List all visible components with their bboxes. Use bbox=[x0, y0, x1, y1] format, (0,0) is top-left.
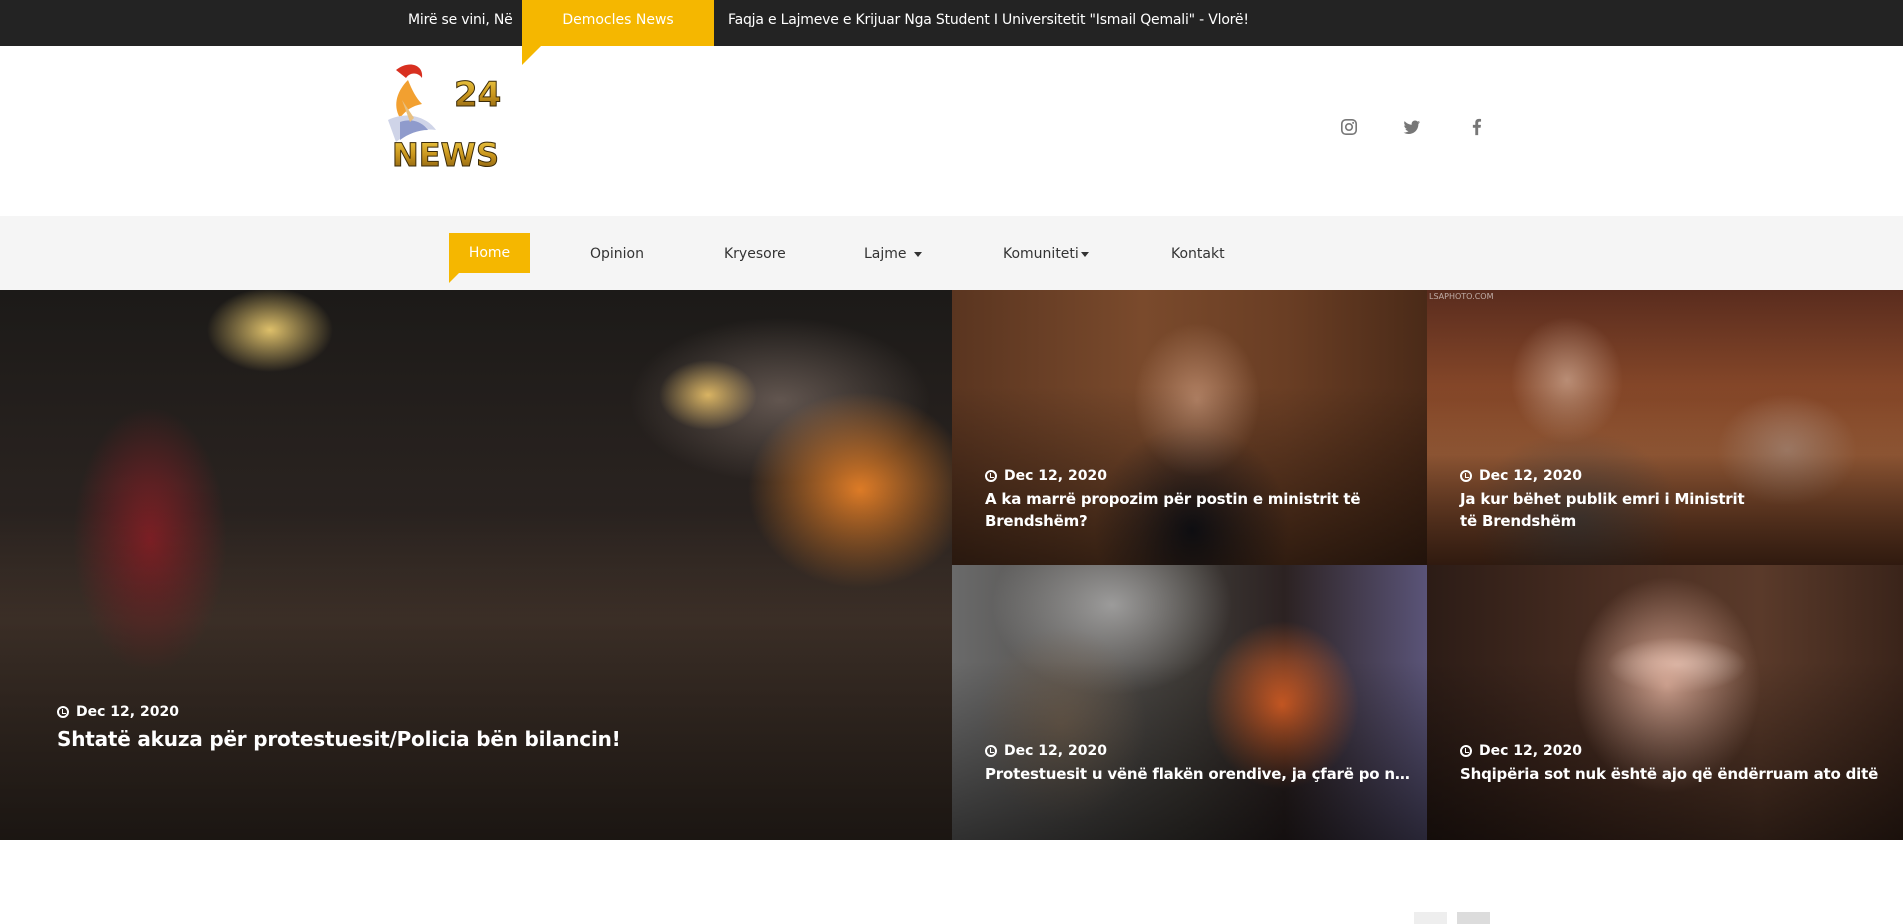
carousel-prev-button[interactable] bbox=[1414, 912, 1447, 924]
clock-icon bbox=[1460, 470, 1472, 482]
brand-tag: Democles News bbox=[522, 0, 714, 46]
image-overlay bbox=[1427, 565, 1903, 840]
article-title[interactable]: Ja kur bëhet publik emri i Ministrit të … bbox=[1460, 488, 1760, 532]
date-text: Dec 12, 2020 bbox=[1479, 743, 1582, 759]
facebook-icon[interactable] bbox=[1468, 118, 1490, 140]
nav-home[interactable]: Home bbox=[449, 233, 530, 273]
nav-kryesore[interactable]: Kryesore bbox=[724, 246, 786, 262]
featured-article[interactable]: Dec 12, 2020 A ka marrë propozim për pos… bbox=[952, 290, 1427, 565]
nav-lajme-label: Lajme bbox=[864, 246, 907, 262]
twitter-icon[interactable] bbox=[1403, 118, 1425, 140]
site-tagline: Faqja e Lajmeve e Krijuar Nga Student I … bbox=[728, 12, 1249, 28]
top-bar: Mirë se vini, Në Democles News Faqja e L… bbox=[0, 0, 1903, 46]
chevron-down-icon bbox=[913, 251, 922, 257]
featured-article[interactable]: LSAPHOTO.COM Dec 12, 2020 Ja kur bëhet p… bbox=[1427, 290, 1903, 565]
article-title[interactable]: Shtatë akuza për protestuesit/Policia bë… bbox=[57, 724, 621, 754]
carousel-next-button[interactable] bbox=[1457, 912, 1490, 924]
featured-main-article[interactable]: Dec 12, 2020 Shtatë akuza për protestues… bbox=[0, 290, 952, 840]
site-logo[interactable]: 24 NEWS bbox=[378, 60, 516, 184]
nav-kontakt[interactable]: Kontakt bbox=[1171, 246, 1225, 262]
date-text: Dec 12, 2020 bbox=[1004, 468, 1107, 484]
featured-article[interactable]: Dec 12, 2020 Shqipëria sot nuk është ajo… bbox=[1427, 565, 1903, 840]
article-title[interactable]: Protestuesit u vënë flakën orendive, ja … bbox=[985, 763, 1415, 785]
instagram-icon[interactable] bbox=[1340, 118, 1362, 140]
brand-tag-tip bbox=[522, 46, 541, 65]
logo-word: NEWS bbox=[392, 136, 499, 174]
article-title[interactable]: Shqipëria sot nuk është ajo që ëndërruam… bbox=[1460, 763, 1878, 785]
nav-komuniteti[interactable]: Komuniteti bbox=[1003, 246, 1089, 262]
logo-number: 24 bbox=[454, 75, 501, 115]
chevron-down-icon bbox=[1080, 251, 1089, 257]
article-date: Dec 12, 2020 bbox=[985, 468, 1107, 484]
main-nav: Home Opinion Kryesore Lajme Komuniteti K… bbox=[0, 216, 1903, 290]
welcome-text: Mirë se vini, Në bbox=[408, 12, 513, 28]
date-text: Dec 12, 2020 bbox=[76, 704, 179, 720]
article-date: Dec 12, 2020 bbox=[57, 704, 179, 720]
image-overlay bbox=[952, 565, 1427, 840]
article-date: Dec 12, 2020 bbox=[1460, 468, 1582, 484]
nav-home-tip bbox=[449, 273, 459, 283]
date-text: Dec 12, 2020 bbox=[1004, 743, 1107, 759]
nav-opinion[interactable]: Opinion bbox=[590, 246, 644, 262]
clock-icon bbox=[985, 470, 997, 482]
clock-icon bbox=[1460, 745, 1472, 757]
date-text: Dec 12, 2020 bbox=[1479, 468, 1582, 484]
featured-article[interactable]: Dec 12, 2020 Protestuesit u vënë flakën … bbox=[952, 565, 1427, 840]
clock-icon bbox=[985, 745, 997, 757]
article-date: Dec 12, 2020 bbox=[985, 743, 1107, 759]
article-date: Dec 12, 2020 bbox=[1460, 743, 1582, 759]
clock-icon bbox=[57, 706, 69, 718]
photo-watermark: LSAPHOTO.COM bbox=[1429, 292, 1494, 301]
image-overlay bbox=[0, 290, 952, 840]
nav-lajme[interactable]: Lajme bbox=[864, 246, 922, 262]
nav-komuniteti-label: Komuniteti bbox=[1003, 246, 1079, 262]
article-title[interactable]: A ka marrë propozim për postin e ministr… bbox=[985, 488, 1427, 532]
